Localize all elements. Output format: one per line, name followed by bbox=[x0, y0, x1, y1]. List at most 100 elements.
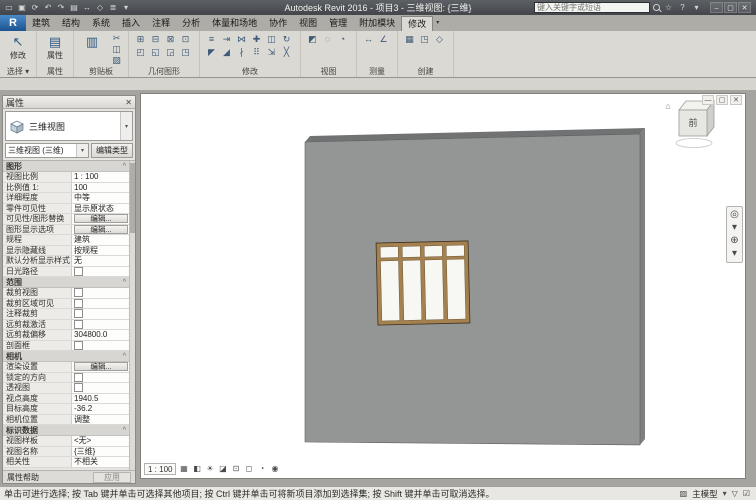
tab-structure[interactable]: 结构 bbox=[56, 16, 86, 31]
paint-icon[interactable]: ⊡ bbox=[178, 33, 193, 46]
collapse-icon[interactable]: ^ bbox=[123, 353, 126, 360]
save-icon[interactable]: ▣ bbox=[16, 1, 28, 15]
wall-side-face[interactable] bbox=[640, 128, 645, 445]
measure-icon[interactable]: ↔ bbox=[81, 1, 93, 15]
angular-dimension-icon[interactable]: ∠ bbox=[376, 33, 391, 46]
wall-joins-icon[interactable]: ◰ bbox=[133, 46, 148, 59]
favorites-icon[interactable]: ☆ bbox=[663, 3, 674, 12]
rotate-icon[interactable]: ↻ bbox=[279, 33, 294, 46]
group-header-camera[interactable]: 相机 ^ bbox=[3, 351, 129, 362]
panel-label-select[interactable]: 选择 ▾ bbox=[0, 67, 36, 77]
properties-scrollbar[interactable] bbox=[129, 161, 135, 470]
modify-tab-caret[interactable]: ▾ bbox=[433, 16, 442, 31]
window-pane[interactable] bbox=[446, 245, 464, 256]
default-3d-view-icon[interactable]: ◇ bbox=[94, 1, 106, 15]
view-minimize-button[interactable]: — bbox=[702, 95, 714, 105]
match-type-icon[interactable]: ▨ bbox=[109, 55, 124, 66]
sync-icon[interactable]: ⟳ bbox=[29, 1, 41, 15]
create-similar-icon[interactable]: ◳ bbox=[417, 33, 432, 46]
create-assembly-icon[interactable]: ◇ bbox=[432, 33, 447, 46]
trim-icon[interactable]: ◤ bbox=[204, 46, 219, 59]
window-pane[interactable] bbox=[402, 260, 421, 320]
infocenter-search-input[interactable] bbox=[534, 2, 650, 13]
align-icon[interactable]: ≡ bbox=[204, 33, 219, 46]
modify-select-button[interactable]: ↖ 修改 bbox=[4, 33, 32, 61]
collapse-icon[interactable]: ^ bbox=[123, 427, 126, 434]
move-icon[interactable]: ✚ bbox=[249, 33, 264, 46]
copy-icon[interactable]: ◫ bbox=[109, 44, 124, 55]
print-icon[interactable]: ▤ bbox=[68, 1, 80, 15]
show-crop-region-icon[interactable]: ◻ bbox=[242, 463, 255, 475]
active-model-label[interactable]: 主模型 bbox=[692, 488, 718, 500]
properties-palette-header[interactable]: 属性 ✕ bbox=[3, 96, 135, 109]
tab-insert[interactable]: 插入 bbox=[116, 16, 146, 31]
group-header-extents[interactable]: 范围 ^ bbox=[3, 277, 129, 288]
viewcube-compass-ring[interactable] bbox=[676, 139, 712, 148]
collapse-icon[interactable]: ^ bbox=[123, 163, 126, 170]
window-element[interactable] bbox=[376, 241, 470, 325]
group-header-graphics[interactable]: 图形 ^ bbox=[3, 161, 129, 172]
visual-style-icon[interactable]: ◧ bbox=[190, 463, 203, 475]
tab-manage[interactable]: 管理 bbox=[323, 16, 353, 31]
cut-icon[interactable]: ✂ bbox=[109, 33, 124, 44]
undo-icon[interactable]: ↶ bbox=[42, 1, 54, 15]
shadows-icon[interactable]: ◪ bbox=[216, 463, 229, 475]
wall[interactable] bbox=[305, 134, 640, 445]
sun-path-icon[interactable]: ☀ bbox=[203, 463, 216, 475]
tab-addins[interactable]: 附加模块 bbox=[353, 16, 401, 31]
temporary-hide-isolate-icon[interactable]: ◔ bbox=[255, 463, 268, 475]
demolish-icon[interactable]: ◱ bbox=[148, 46, 163, 59]
minimize-button[interactable]: – bbox=[710, 2, 723, 13]
create-group-icon[interactable]: ▦ bbox=[402, 33, 417, 46]
split-face-icon[interactable]: ⊠ bbox=[163, 33, 178, 46]
chevron-down-icon[interactable]: ▾ bbox=[76, 144, 88, 157]
properties-help-link[interactable]: 属性帮助 bbox=[7, 472, 39, 483]
tab-collaborate[interactable]: 协作 bbox=[263, 16, 293, 31]
mirror-icon[interactable]: ⋈ bbox=[234, 33, 249, 46]
reveal-hidden-elements-icon[interactable]: ◉ bbox=[268, 463, 281, 475]
override-graphics-icon[interactable]: ◩ bbox=[305, 33, 320, 46]
window-pane[interactable] bbox=[402, 246, 420, 257]
3d-view-scene[interactable]: ⌂ 前 bbox=[141, 94, 745, 478]
editable-only-icon[interactable]: ☑ bbox=[743, 489, 750, 498]
thin-lines-icon[interactable]: ≣ bbox=[107, 1, 119, 15]
array-icon[interactable]: ⠿ bbox=[249, 46, 264, 59]
infocenter-menu-icon[interactable]: ▾ bbox=[691, 3, 702, 12]
hide-elements-icon[interactable]: ◌ bbox=[320, 33, 335, 46]
cut-geometry-icon[interactable]: ⊞ bbox=[133, 33, 148, 46]
zoom-menu-caret[interactable]: ▾ bbox=[732, 248, 737, 260]
tab-view[interactable]: 视图 bbox=[293, 16, 323, 31]
scale-icon[interactable]: ⇲ bbox=[264, 46, 279, 59]
viewcube-front-label[interactable]: 前 bbox=[688, 117, 697, 128]
scrollbar-thumb[interactable] bbox=[130, 163, 135, 233]
view-cube[interactable]: ⌂ 前 bbox=[665, 101, 714, 148]
apply-button[interactable]: 应用 bbox=[93, 472, 131, 483]
open-icon[interactable]: ▭ bbox=[3, 1, 15, 15]
view-close-button[interactable]: ✕ bbox=[730, 95, 742, 105]
copy-element-icon[interactable]: ◫ bbox=[264, 33, 279, 46]
filter-icon[interactable]: ▽ bbox=[732, 489, 738, 498]
collapse-icon[interactable]: ^ bbox=[123, 279, 126, 286]
search-icon[interactable] bbox=[653, 4, 660, 11]
tab-massing-site[interactable]: 体量和场地 bbox=[206, 16, 263, 31]
main-model-caret[interactable]: ▾ bbox=[723, 489, 727, 498]
beam-cope-icon[interactable]: ◳ bbox=[178, 46, 193, 59]
group-header-identity[interactable]: 标识数据 ^ bbox=[3, 425, 129, 436]
close-button[interactable]: ✕ bbox=[738, 2, 751, 13]
steering-wheel-icon[interactable]: ◎ bbox=[730, 209, 739, 221]
application-menu-button[interactable]: R bbox=[0, 15, 26, 31]
edit-type-button[interactable]: 编辑类型 bbox=[91, 143, 133, 158]
window-pane[interactable] bbox=[424, 260, 443, 320]
window-pane[interactable] bbox=[424, 246, 442, 257]
view-scale-button[interactable]: 1 : 100 bbox=[144, 463, 176, 475]
temporary-hide-isolate-icon[interactable]: ◔ bbox=[335, 33, 350, 46]
tab-systems[interactable]: 系统 bbox=[86, 16, 116, 31]
window-pane[interactable] bbox=[380, 247, 398, 258]
tab-annotate[interactable]: 注释 bbox=[146, 16, 176, 31]
redo-icon[interactable]: ↷ bbox=[55, 1, 67, 15]
restore-button[interactable]: ▢ bbox=[724, 2, 737, 13]
zoom-icon[interactable]: ⊕ bbox=[730, 235, 738, 247]
tab-analyze[interactable]: 分析 bbox=[176, 16, 206, 31]
help-icon[interactable]: ? bbox=[677, 3, 688, 12]
window-pane[interactable] bbox=[380, 261, 399, 321]
